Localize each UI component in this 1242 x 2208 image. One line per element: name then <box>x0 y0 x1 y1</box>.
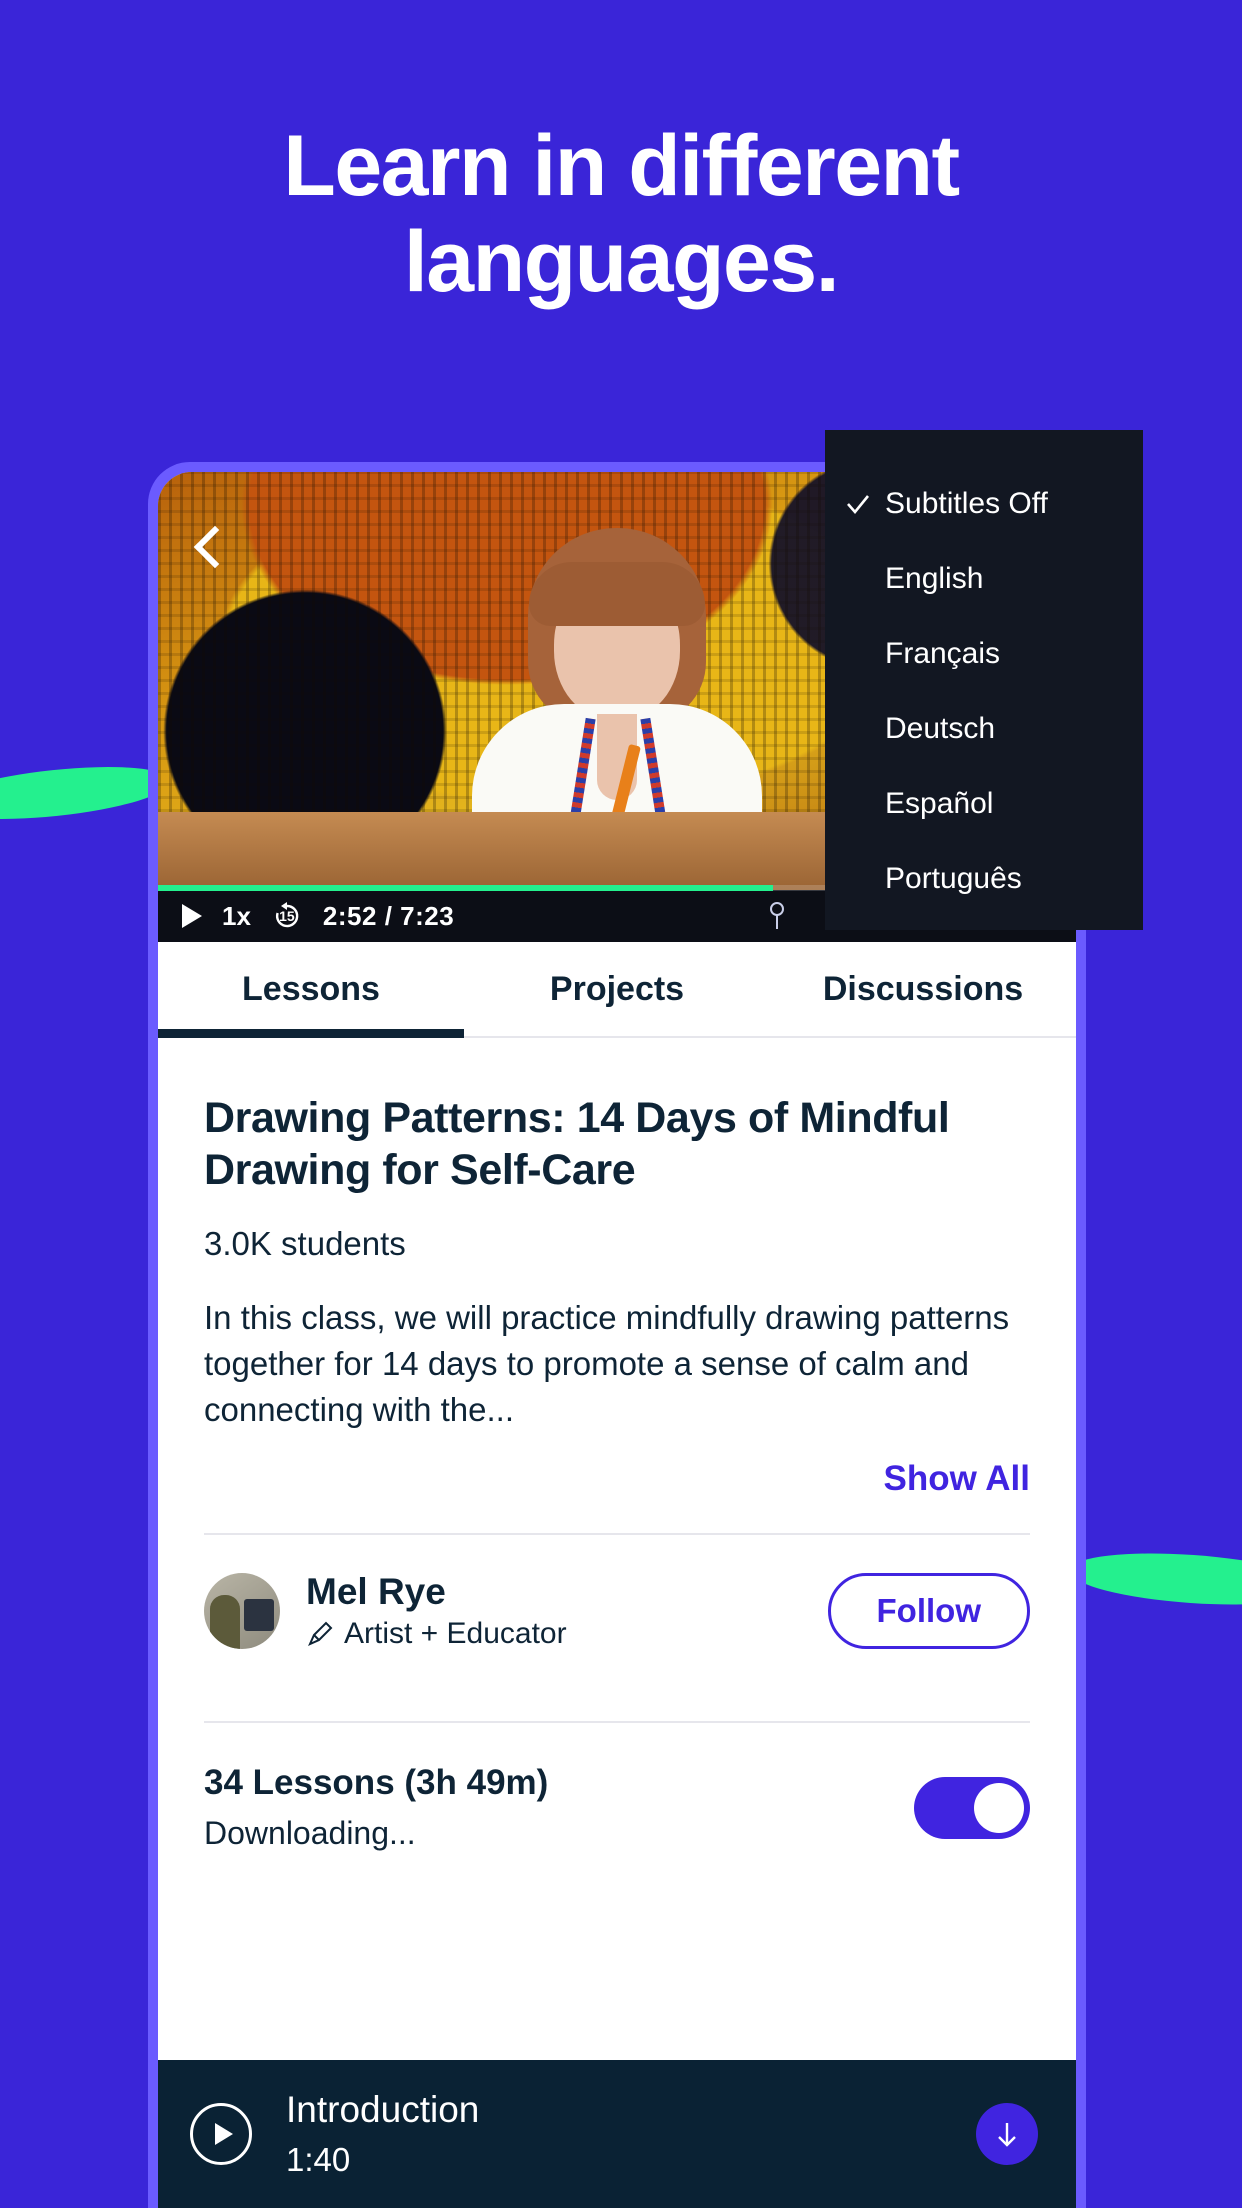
menu-item-francais[interactable]: Français <box>825 616 1143 691</box>
pencil-icon <box>308 1622 333 1647</box>
follow-button[interactable]: Follow <box>827 1573 1030 1650</box>
tab-projects[interactable]: Projects <box>464 942 770 1036</box>
menu-item-label: Subtitles Off <box>885 486 1048 520</box>
menu-item-label: Deutsch <box>885 711 996 745</box>
play-circle-icon[interactable] <box>190 2103 252 2165</box>
page-title: Learn in different languages. <box>0 118 1242 311</box>
menu-item-label: Português <box>885 861 1022 895</box>
decor-green-band-right <box>1070 1546 1242 1612</box>
lesson-duration: 1:40 <box>286 2141 351 2178</box>
subtitles-menu[interactable]: Subtitles Off English Français Deutsch E… <box>825 430 1143 930</box>
list-item[interactable]: Introduction 1:40 <box>158 2060 1076 2208</box>
instructor-row[interactable]: Mel Rye Artist + Educator Follow <box>204 1535 1030 1687</box>
hero-line-2: languages. <box>403 214 840 311</box>
rewind-15-icon[interactable]: 15 <box>271 900 303 932</box>
tab-discussions[interactable]: Discussions <box>770 942 1076 1036</box>
content-tabs: Lessons Projects Discussions <box>158 942 1076 1038</box>
rewind-seconds-label: 15 <box>279 908 295 924</box>
tab-lessons[interactable]: Lessons <box>158 942 464 1036</box>
show-all-link[interactable]: Show All <box>884 1459 1030 1498</box>
instructor-title-label: Artist + Educator <box>344 1617 567 1651</box>
download-status: Downloading... <box>204 1815 416 1852</box>
player-controls-left: 1x 15 2:52 / 7:23 <box>158 900 454 932</box>
instructor-text: Mel Rye Artist + Educator <box>306 1571 828 1651</box>
lesson-title: Introduction <box>286 2089 480 2130</box>
playback-speed-button[interactable]: 1x <box>222 901 251 932</box>
time-separator: / <box>384 900 393 931</box>
instructor-title-row: Artist + Educator <box>306 1617 828 1651</box>
instructor-name: Mel Rye <box>306 1571 446 1613</box>
download-toggle[interactable] <box>914 1776 1030 1839</box>
check-icon <box>847 494 870 514</box>
hero-line-1: Learn in different <box>283 118 960 214</box>
menu-item-portugues[interactable]: Português <box>825 841 1143 916</box>
total-time: 7:23 <box>400 900 455 931</box>
lesson-text: Introduction 1:40 <box>286 2089 976 2179</box>
lessons-panel: Drawing Patterns: 14 Days of Mindful Dra… <box>158 1038 1076 2060</box>
lessons-summary-text: 34 Lessons (3h 49m) Downloading... <box>204 1763 914 1852</box>
current-time: 2:52 <box>322 900 377 931</box>
avatar[interactable] <box>204 1573 280 1650</box>
menu-item-english[interactable]: English <box>825 541 1143 616</box>
decor-green-band-left <box>0 758 172 828</box>
course-description: In this class, we will practice mindfull… <box>204 1298 1010 1429</box>
lessons-summary-row: 34 Lessons (3h 49m) Downloading... <box>204 1723 1030 1886</box>
progress-bar-fill <box>158 885 774 891</box>
menu-item-subtitles-off[interactable]: Subtitles Off <box>825 466 1143 541</box>
play-icon[interactable] <box>182 904 202 928</box>
menu-item-label: Français <box>885 636 1001 670</box>
time-display: 2:52 / 7:23 <box>323 901 454 932</box>
menu-item-label: Español <box>885 786 994 820</box>
cast-icon[interactable] <box>766 901 788 931</box>
menu-item-deutsch[interactable]: Deutsch <box>825 691 1143 766</box>
student-count: 3.0K students <box>204 1224 406 1262</box>
lessons-count: 34 Lessons (3h 49m) <box>204 1763 549 1803</box>
show-all-row: Show All <box>204 1459 1030 1499</box>
download-arrow-icon[interactable] <box>976 2103 1038 2165</box>
course-title: Drawing Patterns: 14 Days of Mindful Dra… <box>204 1094 950 1195</box>
menu-item-espanol[interactable]: Español <box>825 766 1143 841</box>
menu-item-label: English <box>885 561 984 595</box>
